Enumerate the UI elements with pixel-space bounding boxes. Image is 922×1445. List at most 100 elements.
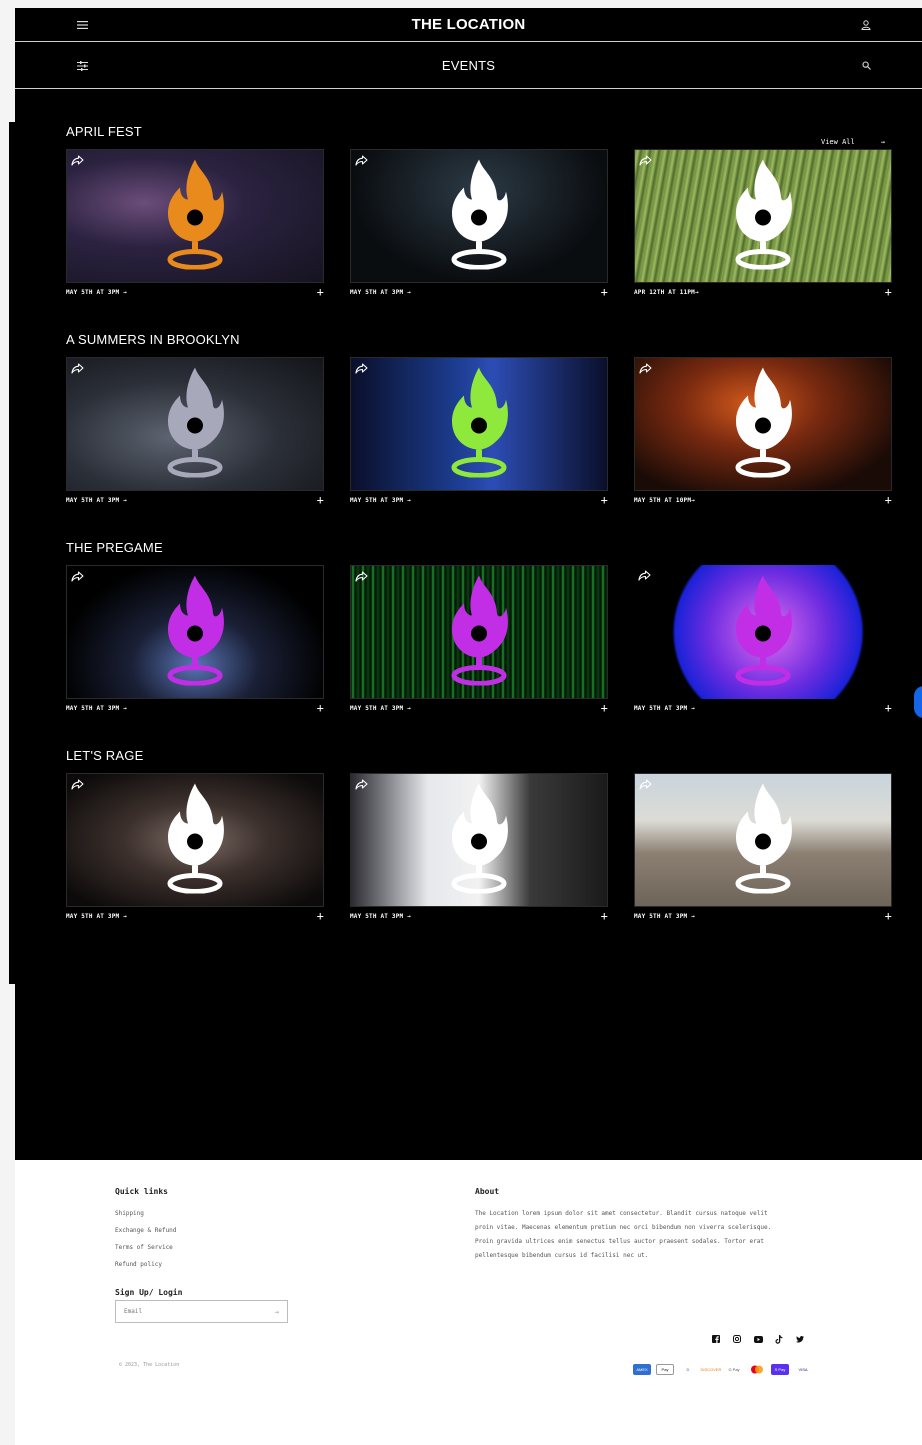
share-icon[interactable]	[71, 777, 85, 790]
footer-link-exchange-refund[interactable]: Exchange & Refund	[115, 1227, 176, 1234]
add-event-button[interactable]: +	[601, 286, 608, 298]
footer-link-shipping[interactable]: Shipping	[115, 1210, 144, 1217]
chat-widget-button[interactable]	[914, 686, 922, 718]
share-icon[interactable]	[71, 361, 85, 374]
flame-location-logo-icon	[166, 366, 224, 483]
instagram-icon[interactable]	[732, 1334, 742, 1344]
event-date-link[interactable]: MAY 5TH AT 3PM →	[350, 705, 411, 712]
add-event-button[interactable]: +	[317, 494, 324, 506]
left-edge-divider	[9, 122, 15, 984]
discover-icon: DISCOVER	[701, 1364, 721, 1375]
add-event-button[interactable]: +	[317, 910, 324, 922]
event-date-link[interactable]: MAY 5TH AT 3PM →	[350, 497, 411, 504]
add-event-button[interactable]: +	[885, 702, 892, 714]
event-date-link[interactable]: MAY 5TH AT 3PM →	[350, 913, 411, 920]
about-text-line: The Location lorem ipsum dolor sit amet …	[475, 1210, 768, 1217]
email-input[interactable]	[124, 1308, 254, 1315]
event-date-link[interactable]: MAY 5TH AT 3PM →	[634, 913, 695, 920]
youtube-icon[interactable]	[753, 1334, 763, 1344]
share-icon[interactable]	[638, 568, 652, 581]
share-icon[interactable]	[355, 569, 369, 582]
share-icon[interactable]	[355, 153, 369, 166]
footer-link-refund-policy[interactable]: Refund policy	[115, 1261, 162, 1268]
add-event-button[interactable]: +	[885, 910, 892, 922]
event-date-link[interactable]: MAY 5TH AT 10PM→	[634, 497, 695, 504]
event-meta-row: MAY 5TH AT 3PM → +	[350, 286, 608, 298]
event-meta-row: APR 12TH AT 11PM→ +	[634, 286, 892, 298]
section-title: THE PREGAME	[66, 540, 163, 555]
search-icon[interactable]	[859, 59, 873, 73]
share-icon[interactable]	[639, 361, 653, 374]
flame-location-logo-icon	[450, 574, 508, 691]
quick-links-heading: Quick links	[115, 1187, 168, 1196]
page-title: EVENTS	[441, 58, 496, 73]
event-card[interactable]	[634, 357, 892, 491]
shop-pay-icon: S Pay	[771, 1364, 789, 1375]
twitter-icon[interactable]	[795, 1334, 805, 1344]
footer: Quick links Shipping Exchange & Refund T…	[15, 1160, 922, 1445]
add-event-button[interactable]: +	[317, 702, 324, 714]
about-text-line: Proin gravida ultrices enim senectus tel…	[475, 1238, 764, 1245]
footer-link-terms[interactable]: Terms of Service	[115, 1244, 173, 1251]
event-date-link[interactable]: MAY 5TH AT 3PM →	[66, 497, 127, 504]
share-icon[interactable]	[355, 777, 369, 790]
event-card[interactable]	[350, 773, 608, 907]
diners-club-icon: D	[679, 1364, 697, 1375]
share-icon[interactable]	[639, 153, 653, 166]
add-event-button[interactable]: +	[885, 494, 892, 506]
mastercard-icon: MC	[748, 1364, 766, 1375]
facebook-icon[interactable]	[711, 1334, 721, 1344]
submit-arrow-icon[interactable]: →	[275, 1308, 279, 1316]
add-event-button[interactable]: +	[601, 910, 608, 922]
flame-location-logo-icon	[166, 782, 224, 899]
google-pay-icon: G Pay	[725, 1364, 743, 1375]
share-icon[interactable]	[71, 153, 85, 166]
top-header: THE LOCATION	[15, 8, 922, 42]
add-event-button[interactable]: +	[601, 494, 608, 506]
event-card[interactable]	[66, 773, 324, 907]
event-date-link[interactable]: APR 12TH AT 11PM→	[634, 289, 699, 296]
share-icon[interactable]	[71, 569, 85, 582]
filter-sliders-icon[interactable]	[75, 59, 89, 73]
event-card[interactable]	[66, 149, 324, 283]
event-card[interactable]	[350, 357, 608, 491]
event-date-link[interactable]: MAY 5TH AT 3PM →	[66, 705, 127, 712]
event-date-link[interactable]: MAY 5TH AT 3PM →	[634, 705, 695, 712]
event-date-link[interactable]: MAY 5TH AT 3PM →	[66, 913, 127, 920]
share-icon[interactable]	[639, 777, 653, 790]
copyright-text: © 2023, The Location	[119, 1362, 180, 1368]
signup-heading: Sign Up/ Login	[115, 1288, 183, 1297]
arrow-right-icon: →	[880, 138, 885, 146]
event-card[interactable]	[634, 149, 892, 283]
site-title[interactable]: THE LOCATION	[412, 16, 526, 33]
event-card[interactable]	[350, 149, 608, 283]
event-date-link[interactable]: MAY 5TH AT 3PM →	[66, 289, 127, 296]
event-meta-row: MAY 5TH AT 3PM → +	[66, 702, 324, 714]
events-header: EVENTS	[15, 43, 922, 89]
event-card[interactable]	[634, 565, 892, 699]
event-meta-row: MAY 5TH AT 3PM → +	[634, 702, 892, 714]
hamburger-menu-icon[interactable]	[75, 18, 89, 32]
share-icon[interactable]	[355, 361, 369, 374]
flame-location-logo-icon	[734, 158, 792, 275]
event-meta-row: MAY 5TH AT 3PM → +	[66, 910, 324, 922]
event-meta-row: MAY 5TH AT 3PM → +	[350, 702, 608, 714]
event-card[interactable]	[350, 565, 608, 699]
tiktok-icon[interactable]	[774, 1334, 784, 1344]
user-icon[interactable]	[859, 18, 873, 32]
event-meta-row: MAY 5TH AT 3PM → +	[66, 286, 324, 298]
add-event-button[interactable]: +	[601, 702, 608, 714]
event-card[interactable]	[66, 357, 324, 491]
view-all-link[interactable]: View All →	[821, 138, 885, 146]
flame-location-logo-icon	[450, 782, 508, 899]
event-card[interactable]	[634, 773, 892, 907]
section-title: LET'S RAGE	[66, 748, 144, 763]
event-date-link[interactable]: MAY 5TH AT 3PM →	[350, 289, 411, 296]
flame-location-logo-icon	[734, 782, 792, 899]
flame-location-logo-icon	[734, 574, 792, 691]
event-card[interactable]	[66, 565, 324, 699]
flame-location-logo-icon	[734, 366, 792, 483]
add-event-button[interactable]: +	[885, 286, 892, 298]
email-signup-field: →	[115, 1300, 288, 1323]
add-event-button[interactable]: +	[317, 286, 324, 298]
